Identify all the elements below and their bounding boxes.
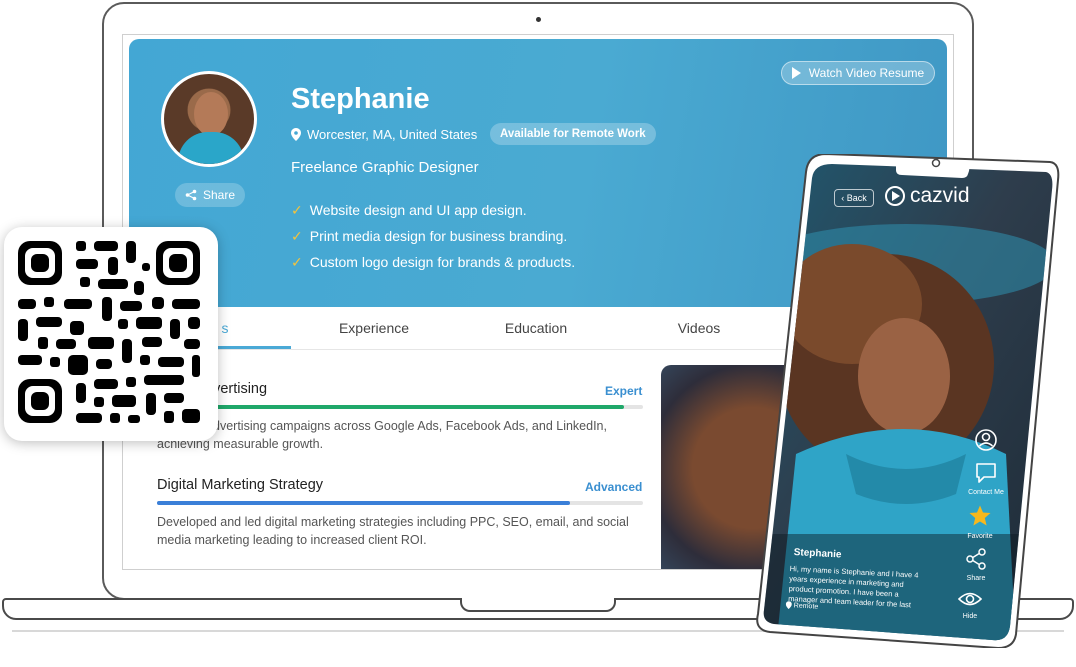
check-icon: ✓ — [291, 227, 303, 244]
tab-education[interactable]: Education — [481, 307, 591, 349]
watch-video-label: Watch Video Resume — [808, 66, 925, 80]
contact-me-action[interactable]: Contact Me — [962, 462, 1010, 496]
highlight-item: ✓ Custom logo design for brands & product… — [291, 253, 576, 271]
check-icon: ✓ — [291, 201, 303, 218]
laptop-camera — [536, 17, 541, 22]
phone-back-button[interactable]: ‹ Back — [834, 189, 874, 207]
skill-level: Expert — [605, 384, 643, 398]
location-pin-icon — [291, 128, 301, 141]
profile-action[interactable] — [974, 428, 1000, 454]
share-nodes-icon — [966, 548, 986, 570]
avatar — [161, 71, 257, 167]
skill-level: Advanced — [585, 480, 643, 494]
qr-code-card — [4, 227, 218, 441]
remote-work-badge: Available for Remote Work — [490, 123, 656, 145]
favorite-action[interactable]: Favorite — [956, 504, 1004, 540]
cazvid-logo: cazvid — [884, 184, 970, 208]
tab-experience[interactable]: Experience — [319, 307, 429, 349]
profile-name: Stephanie — [291, 83, 430, 115]
check-icon: ✓ — [291, 253, 303, 270]
profile-icon — [975, 429, 997, 451]
share-icon — [185, 189, 197, 201]
hide-action[interactable]: Hide — [946, 590, 994, 620]
phone-location: Remote — [785, 601, 819, 611]
location-pin-icon — [785, 601, 792, 610]
eye-icon — [957, 592, 983, 606]
share-button-label: Share — [202, 188, 236, 202]
watch-video-resume-button[interactable]: Watch Video Resume — [781, 61, 935, 85]
job-title: Freelance Graphic Designer — [291, 159, 479, 176]
skill-description: Developed and led digital marketing stra… — [157, 515, 629, 547]
share-button[interactable]: Share — [175, 183, 245, 207]
skill-progress-track — [157, 501, 643, 505]
highlight-item: ✓ Website design and UI app design. — [291, 201, 527, 219]
cazvid-logo-icon — [885, 186, 905, 206]
skill-description: dvertising campaigns across Google Ads, … — [213, 419, 607, 433]
skill-title: Digital Marketing Strategy — [157, 477, 324, 493]
location-text: Worcester, MA, United States — [307, 127, 478, 142]
phone-mockup: ‹ Back cazvid Contact Me Favorite Share … — [756, 152, 1060, 650]
skill-progress-track — [157, 405, 643, 409]
star-icon — [969, 505, 991, 526]
share-action[interactable]: Share — [952, 548, 1000, 582]
qr-code — [18, 241, 200, 423]
laptop-notch — [460, 598, 616, 612]
tab-skills[interactable]: s — [215, 307, 235, 349]
play-icon — [791, 67, 801, 79]
skill-progress-fill — [157, 501, 571, 505]
chat-icon — [976, 463, 996, 483]
highlight-item: ✓ Print media design for business brandin… — [291, 227, 568, 245]
highlights-list: ✓ Website design and UI app design. ✓ Prin… — [291, 197, 575, 275]
skill-progress-fill — [157, 405, 624, 409]
tab-videos[interactable]: Videos — [644, 307, 754, 349]
profile-location: Worcester, MA, United States — [291, 127, 477, 142]
